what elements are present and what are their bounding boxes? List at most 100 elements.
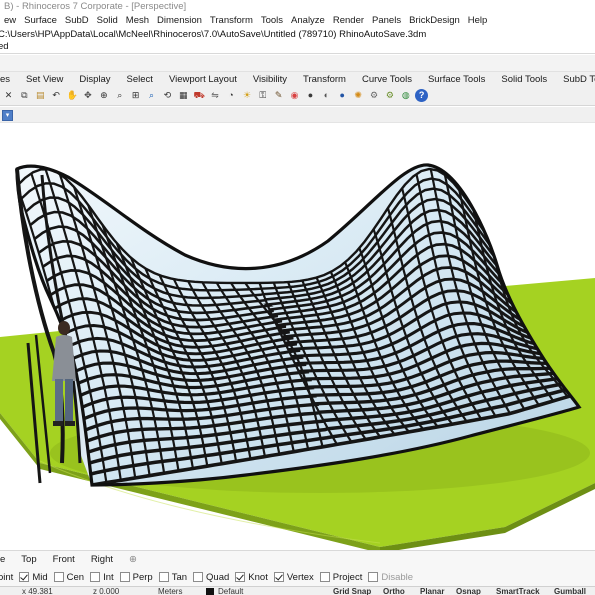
rotate-view-icon[interactable]: ⟲	[161, 89, 174, 102]
undo-icon[interactable]: ↶	[50, 89, 63, 102]
menu-subd[interactable]: SubD	[61, 14, 93, 28]
zoom-selected-icon[interactable]: ⌕	[145, 89, 158, 102]
tab-display[interactable]: Display	[71, 72, 118, 86]
color-wheel-icon[interactable]: ◉	[288, 89, 301, 102]
osnap-project-checkbox[interactable]	[319, 572, 330, 582]
toolbar-tabs: es Set View Display Select Viewport Layout Vi…	[0, 71, 595, 86]
layer-icon[interactable]: ⇋	[209, 89, 222, 102]
tab-select[interactable]: Select	[119, 72, 161, 86]
options-icon[interactable]: ⚙	[383, 89, 396, 102]
osnap-oint[interactable]: oint	[0, 572, 13, 583]
tab-viewport-layout[interactable]: Viewport Layout	[161, 72, 245, 86]
osnap-disable-checkbox[interactable]	[368, 572, 379, 582]
window-title: B) - Rhinoceros 7 Corporate - [Perspecti…	[0, 0, 595, 14]
sphere-icon[interactable]: ●	[304, 89, 317, 102]
view-tab-e[interactable]: e	[0, 554, 13, 565]
add-viewport-tab-icon[interactable]: ⊕	[121, 554, 145, 565]
move-view-icon[interactable]: ✥	[81, 89, 94, 102]
osnap-int[interactable]: Int	[90, 572, 114, 583]
view-tab-front[interactable]: Front	[45, 554, 83, 565]
osnap-project[interactable]: Project	[319, 572, 362, 583]
coord-z: z 0.000	[93, 587, 120, 595]
pane-gumball[interactable]: Gumball	[554, 587, 586, 595]
menu-panels[interactable]: Panels	[368, 14, 405, 28]
tab-solid-tools[interactable]: Solid Tools	[493, 72, 555, 86]
osnap-vertex[interactable]: Vertex	[273, 571, 314, 583]
osnap-tan[interactable]: Tan	[158, 572, 187, 583]
command-history-line: C:\Users\HP\AppData\Local\McNeel\Rhinoce…	[0, 29, 427, 40]
osnap-knot-checkbox[interactable]	[235, 572, 246, 582]
gear-icon[interactable]: ⚙	[367, 89, 380, 102]
menu-tools[interactable]: Tools	[257, 14, 287, 28]
zoom-extents-icon[interactable]: ⊞	[129, 89, 142, 102]
tab-set-view[interactable]: Set View	[18, 72, 71, 86]
pan-icon[interactable]: ✋	[66, 89, 79, 102]
osnap-mid-checkbox[interactable]	[19, 572, 30, 582]
osnap-tan-checkbox[interactable]	[158, 572, 169, 582]
osnap-disable[interactable]: Disable	[368, 572, 413, 583]
viewport-title-strip: ▾	[0, 107, 595, 123]
pane-ortho[interactable]: Ortho	[383, 587, 405, 595]
pane-planar[interactable]: Planar	[420, 587, 444, 595]
menu-render[interactable]: Render	[329, 14, 368, 28]
menu-ew[interactable]: ew	[0, 14, 20, 28]
osnap-quad-checkbox[interactable]	[193, 572, 204, 582]
menu-dimension[interactable]: Dimension	[153, 14, 206, 28]
units-label[interactable]: Meters	[158, 587, 182, 595]
viewport-menu-dropdown[interactable]: ▾	[2, 110, 13, 121]
pane-osnap[interactable]: Osnap	[456, 587, 481, 595]
osnap-vertex-label: Vertex	[286, 571, 314, 583]
render-sphere-icon[interactable]: ◐	[320, 89, 333, 102]
osnap-vertex-checkbox[interactable]	[273, 572, 284, 582]
help-icon[interactable]: ?	[415, 89, 429, 102]
osnap-cen-checkbox[interactable]	[53, 572, 64, 582]
copy-icon[interactable]: ⧉	[18, 89, 31, 102]
car-icon[interactable]: ⛟	[193, 89, 206, 102]
tab-transform[interactable]: Transform	[295, 72, 354, 86]
osnap-perp-checkbox[interactable]	[119, 572, 130, 582]
view-tab-top[interactable]: Top	[13, 554, 44, 565]
osnap-cen[interactable]: Cen	[53, 572, 84, 583]
osnap-int-label: Int	[103, 571, 114, 583]
pane-smarttrack[interactable]: SmartTrack	[496, 587, 540, 595]
coord-x: x 49.381	[22, 587, 53, 595]
osnap-quad[interactable]: Quad	[193, 572, 229, 583]
zoom-window-icon[interactable]: ⌕	[113, 89, 126, 102]
paste-icon[interactable]: ▤	[34, 89, 47, 102]
osnap-perp[interactable]: Perp	[119, 572, 153, 583]
scene-canvas	[0, 163, 595, 550]
pane-grid-snap[interactable]: Grid Snap	[333, 587, 371, 595]
command-prompt-line[interactable]: ed	[0, 41, 9, 53]
clock-icon[interactable]: ◔	[224, 89, 237, 102]
menu-surface[interactable]: Surface	[20, 14, 61, 28]
current-layer[interactable]: Default	[218, 587, 243, 595]
tab-subd-tools[interactable]: SubD Tools	[555, 72, 595, 86]
osnap-quad-label: Quad	[206, 571, 230, 583]
perspective-viewport[interactable]	[0, 123, 595, 550]
close-icon[interactable]: ✕	[2, 89, 15, 102]
osnap-bar: oint Mid Cen Int Perp Tan Quad Knot Vertex Projec…	[0, 568, 595, 586]
tab-es[interactable]: es	[0, 72, 18, 86]
environment-icon[interactable]: ◍	[399, 89, 412, 102]
properties-icon[interactable]: ✎	[272, 89, 285, 102]
menu-solid[interactable]: Solid	[93, 14, 122, 28]
tab-curve-tools[interactable]: Curve Tools	[354, 72, 420, 86]
osnap-disable-label: Disable	[381, 571, 414, 583]
sun-icon[interactable]: ✺	[352, 89, 365, 102]
osnap-mid[interactable]: Mid	[19, 572, 48, 583]
menu-help[interactable]: Help	[464, 14, 492, 28]
osnap-knot[interactable]: Knot	[235, 572, 268, 583]
light-icon[interactable]: ☀	[240, 89, 253, 102]
zoom-icon[interactable]: ⊕	[97, 89, 110, 102]
osnap-int-checkbox[interactable]	[90, 572, 101, 582]
view-tab-right[interactable]: Right	[83, 554, 121, 565]
material-icon[interactable]: ●	[336, 89, 349, 102]
lock-icon[interactable]: ⚿	[256, 89, 269, 102]
menu-mesh[interactable]: Mesh	[122, 14, 153, 28]
grid-icon[interactable]: ▦	[177, 89, 190, 102]
menu-brickdesign[interactable]: BrickDesign	[405, 14, 464, 28]
tab-visibility[interactable]: Visibility	[245, 72, 295, 86]
tab-surface-tools[interactable]: Surface Tools	[420, 72, 493, 86]
menu-transform[interactable]: Transform	[206, 14, 257, 28]
menu-analyze[interactable]: Analyze	[287, 14, 329, 28]
